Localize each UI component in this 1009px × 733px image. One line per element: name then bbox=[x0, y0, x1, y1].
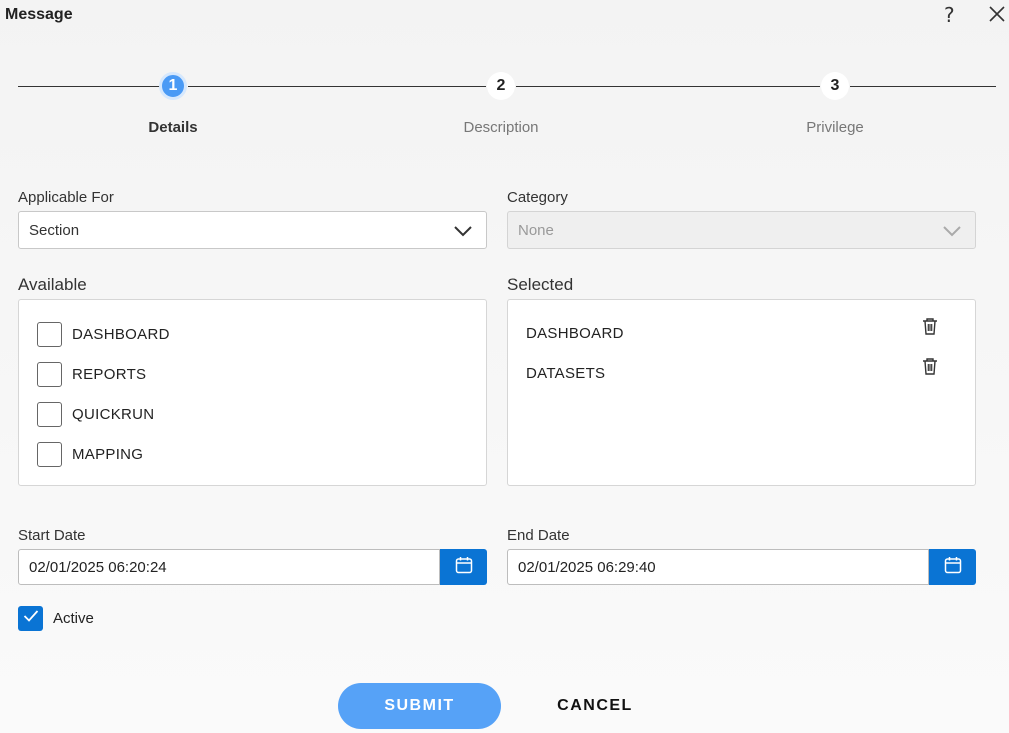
trash-icon[interactable] bbox=[921, 317, 939, 340]
stepper-line bbox=[188, 86, 486, 87]
checkbox[interactable] bbox=[37, 322, 62, 347]
selected-label: Selected bbox=[507, 275, 574, 294]
step-3-label[interactable]: Privilege bbox=[806, 119, 864, 136]
checkbox[interactable] bbox=[37, 402, 62, 427]
applicable-for-value: Section bbox=[29, 221, 80, 239]
cancel-button[interactable]: CANCEL bbox=[545, 683, 645, 729]
step-1-label[interactable]: Details bbox=[148, 119, 197, 136]
calendar-icon bbox=[455, 556, 473, 579]
step-3-circle[interactable]: 3 bbox=[821, 72, 849, 100]
active-checkbox[interactable] bbox=[18, 606, 43, 631]
submit-button[interactable]: SUBMIT bbox=[338, 683, 501, 729]
start-date-input[interactable]: 02/01/2025 06:20:24 bbox=[18, 549, 440, 585]
available-item-reports[interactable]: REPORTS bbox=[37, 362, 146, 387]
available-item-label: DASHBOARD bbox=[72, 326, 170, 343]
stepper-line bbox=[850, 86, 996, 87]
dialog-title: Message bbox=[5, 6, 73, 23]
applicable-for-label: Applicable For bbox=[18, 189, 114, 206]
checkbox[interactable] bbox=[37, 362, 62, 387]
available-item-quickrun[interactable]: QUICKRUN bbox=[37, 402, 154, 427]
stepper-line bbox=[18, 86, 160, 87]
chevron-down-icon bbox=[943, 224, 961, 241]
start-date-calendar-button[interactable] bbox=[440, 549, 487, 585]
available-item-mapping[interactable]: MAPPING bbox=[37, 442, 143, 467]
check-icon bbox=[23, 609, 39, 628]
chevron-down-icon bbox=[454, 224, 472, 241]
trash-icon[interactable] bbox=[921, 357, 939, 380]
stepper-line bbox=[516, 86, 820, 87]
category-label: Category bbox=[507, 189, 568, 206]
available-item-label: MAPPING bbox=[72, 446, 144, 463]
step-2-label[interactable]: Description bbox=[463, 119, 538, 136]
start-date-label: Start Date bbox=[18, 527, 86, 544]
available-item-label: QUICKRUN bbox=[72, 406, 155, 423]
checkbox[interactable] bbox=[37, 442, 62, 467]
available-list: DASHBOARD REPORTS QUICKRUN MAPPING bbox=[18, 299, 487, 486]
available-item-dashboard[interactable]: DASHBOARD bbox=[37, 322, 170, 347]
category-value: None bbox=[518, 221, 554, 239]
step-2-circle[interactable]: 2 bbox=[487, 72, 515, 100]
available-label: Available bbox=[18, 275, 87, 294]
close-icon[interactable] bbox=[988, 5, 1006, 28]
end-date-input[interactable]: 02/01/2025 06:29:40 bbox=[507, 549, 929, 585]
available-item-label: REPORTS bbox=[72, 366, 147, 383]
help-icon[interactable]: ? bbox=[944, 3, 955, 27]
end-date-label: End Date bbox=[507, 527, 570, 544]
step-1-circle[interactable]: 1 bbox=[159, 72, 187, 100]
selected-list: DASHBOARD DATASETS bbox=[507, 299, 976, 486]
end-date-calendar-button[interactable] bbox=[929, 549, 976, 585]
calendar-icon bbox=[944, 556, 962, 579]
active-label: Active bbox=[53, 610, 94, 627]
selected-item-dashboard: DASHBOARD bbox=[526, 325, 624, 342]
category-select: None bbox=[507, 211, 976, 249]
selected-item-datasets: DATASETS bbox=[526, 365, 606, 382]
applicable-for-select[interactable]: Section bbox=[18, 211, 487, 249]
